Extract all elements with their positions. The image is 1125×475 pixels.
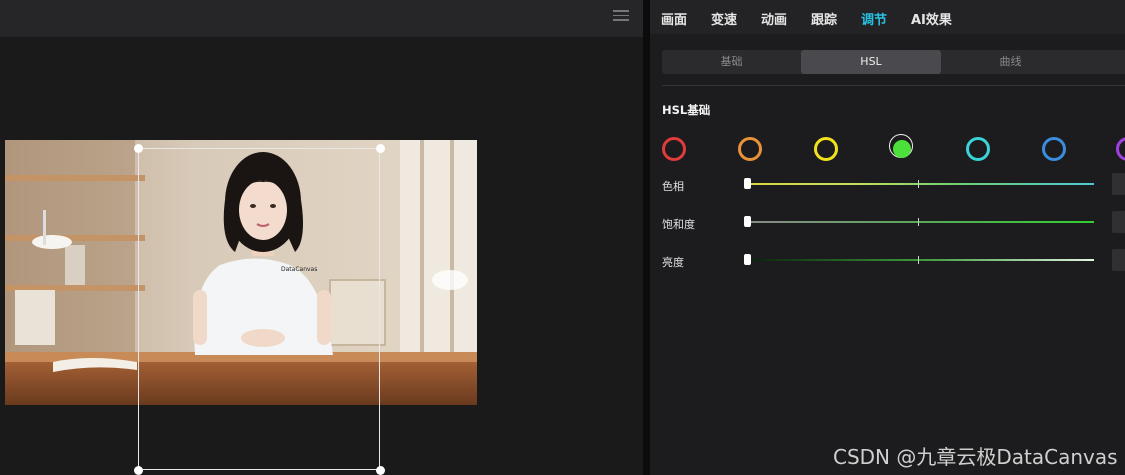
segment-hsl[interactable]: HSL <box>801 50 941 74</box>
saturation-slider-track[interactable] <box>747 221 1094 223</box>
swatch-red[interactable] <box>662 137 686 161</box>
saturation-center-tick <box>918 218 919 226</box>
selection-box[interactable] <box>138 148 380 470</box>
swatch-purple[interactable] <box>1116 137 1125 161</box>
segment-curves[interactable]: 曲线 <box>941 50 1080 74</box>
adjust-mode-segmented: 基础 HSL 曲线 <box>662 50 1125 74</box>
tab-speed[interactable]: 变速 <box>711 9 737 28</box>
lightness-slider-track[interactable] <box>747 259 1094 261</box>
tab-picture[interactable]: 画面 <box>661 9 687 28</box>
tab-adjust[interactable]: 调节 <box>861 9 887 28</box>
tab-bar: 画面 变速 动画 跟踪 调节 AI效果 <box>650 0 1125 34</box>
hue-label: 色相 <box>662 180 684 193</box>
preview-toolbar <box>0 0 643 37</box>
swatch-cyan[interactable] <box>966 137 990 161</box>
swatch-green[interactable] <box>893 140 911 158</box>
section-divider <box>662 85 1125 86</box>
swatch-yellow[interactable] <box>814 137 838 161</box>
resize-handle-top-right[interactable] <box>376 144 385 153</box>
hue-center-tick <box>918 180 919 188</box>
saturation-label: 饱和度 <box>662 218 695 231</box>
segment-basic[interactable]: 基础 <box>662 50 801 74</box>
preview-pane: DataCanvas <box>0 0 643 475</box>
lightness-value-input[interactable] <box>1112 249 1125 271</box>
resize-handle-bottom-left[interactable] <box>134 466 143 475</box>
hue-slider-track[interactable] <box>747 183 1094 185</box>
tab-ai-effects[interactable]: AI效果 <box>911 9 952 28</box>
swatch-orange[interactable] <box>738 137 762 161</box>
lightness-center-tick <box>918 256 919 264</box>
saturation-slider-thumb[interactable] <box>744 216 751 227</box>
pane-divider[interactable] <box>643 0 650 475</box>
hue-slider-thumb[interactable] <box>744 178 751 189</box>
hue-value-input[interactable] <box>1112 173 1125 195</box>
adjust-panel: 画面 变速 动画 跟踪 调节 AI效果 基础 HSL 曲线 HSL基础 色相 饱… <box>650 0 1125 475</box>
lightness-slider-thumb[interactable] <box>744 254 751 265</box>
swatch-blue[interactable] <box>1042 137 1066 161</box>
resize-handle-top-left[interactable] <box>134 144 143 153</box>
resize-handle-bottom-right[interactable] <box>376 466 385 475</box>
hsl-section-title: HSL基础 <box>662 103 711 117</box>
watermark-text: CSDN @九章云极DataCanvas <box>833 445 1118 469</box>
saturation-value-input[interactable] <box>1112 211 1125 233</box>
tab-tracking[interactable]: 跟踪 <box>811 9 837 28</box>
tab-animation[interactable]: 动画 <box>761 9 787 28</box>
menu-icon[interactable] <box>613 7 629 23</box>
lightness-label: 亮度 <box>662 256 684 269</box>
